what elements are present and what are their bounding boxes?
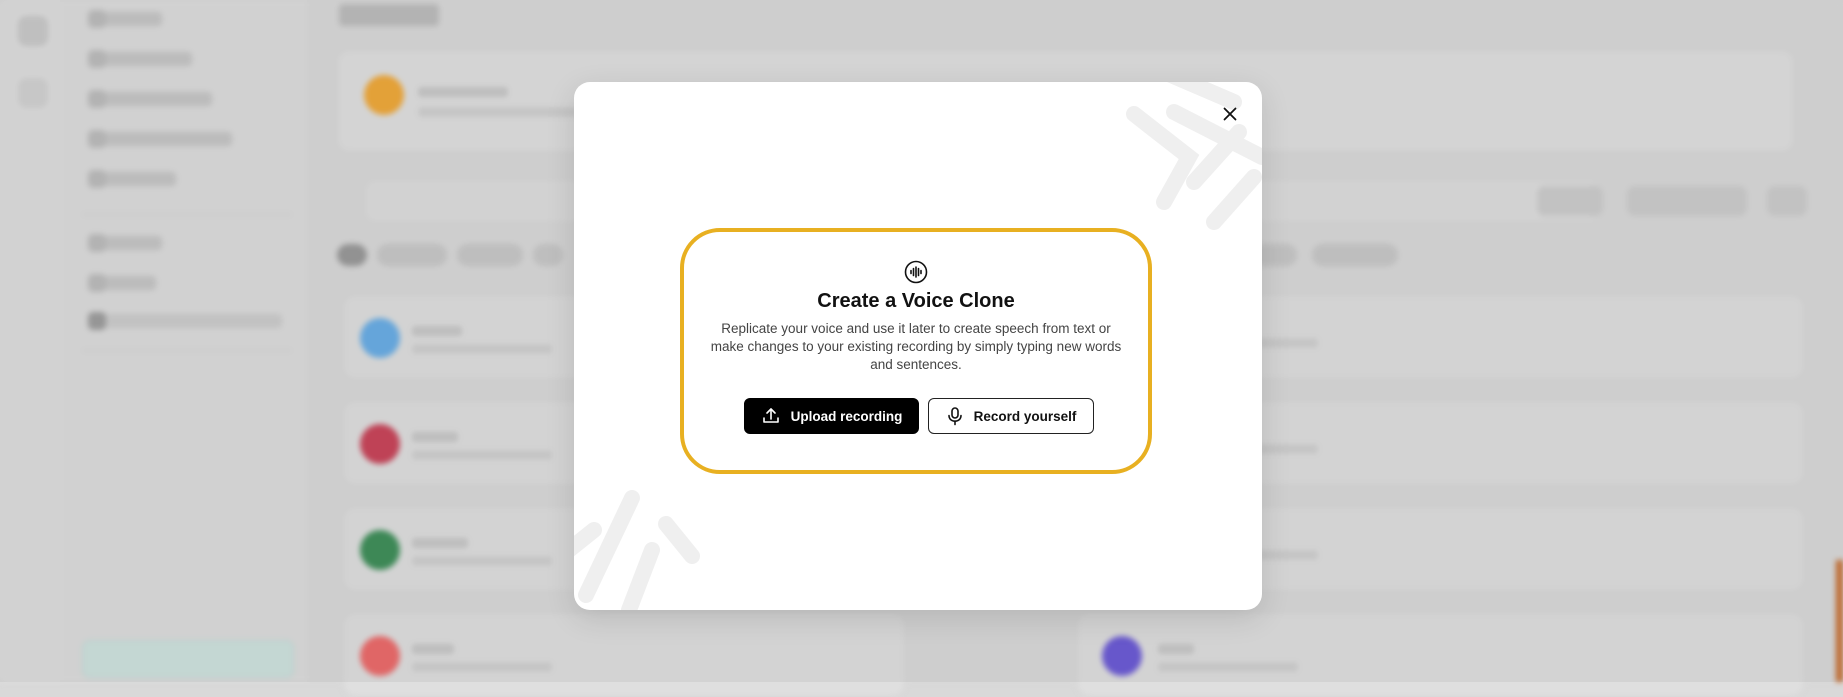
upload-recording-label: Upload recording: [790, 408, 903, 424]
upload-recording-button[interactable]: Upload recording: [744, 398, 919, 434]
record-yourself-label: Record yourself: [973, 408, 1077, 424]
decorative-strokes-icon: [574, 490, 700, 610]
upload-icon: [762, 408, 779, 423]
voice-clone-modal: Create a Voice Clone Replicate your voic…: [574, 82, 1262, 610]
close-button[interactable]: [1218, 102, 1242, 126]
microphone-icon: [947, 407, 962, 426]
close-icon: [1223, 107, 1237, 121]
record-yourself-button[interactable]: Record yourself: [928, 398, 1094, 434]
waveform-icon: [904, 260, 928, 284]
voice-clone-card: Create a Voice Clone Replicate your voic…: [680, 228, 1152, 474]
modal-title: Create a Voice Clone: [817, 290, 1015, 312]
action-buttons: Upload recording Record yourself: [744, 398, 1094, 434]
modal-description: Replicate your voice and use it later to…: [710, 321, 1122, 372]
